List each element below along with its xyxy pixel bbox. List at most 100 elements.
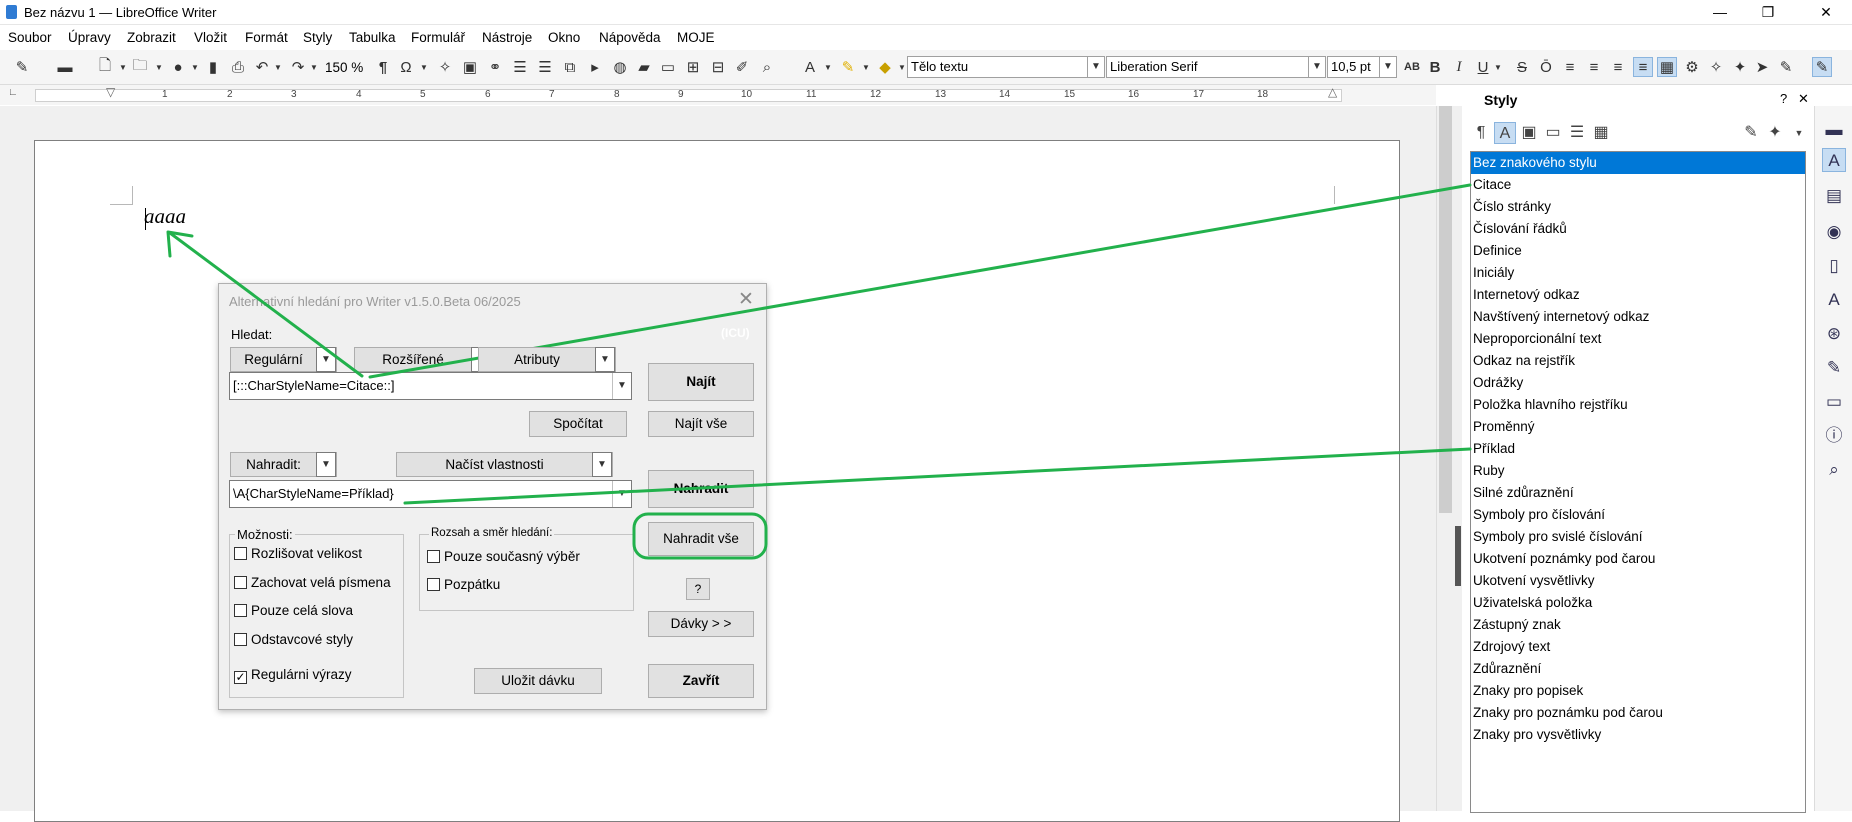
font-name-combo[interactable]: Liberation Serif ▼: [1106, 56, 1326, 78]
count-button[interactable]: Spočítat: [529, 411, 627, 437]
highlight-icon[interactable]: ✎: [838, 57, 858, 77]
search-input[interactable]: [:::CharStyleName=Citace::] ▼: [229, 372, 632, 400]
checkbox-box[interactable]: [427, 578, 440, 591]
character-styles-list[interactable]: Bez znakového stylu Citace Číslo stránky…: [1470, 151, 1806, 813]
checkbox-keep-case[interactable]: Zachovat velá písmena: [234, 575, 391, 590]
align-right-icon[interactable]: ≡: [1608, 57, 1628, 77]
chevron-down-icon[interactable]: ▼: [612, 481, 631, 507]
checkbox-backwards[interactable]: Pozpátku: [427, 577, 500, 592]
page-styles-icon[interactable]: ▭: [1542, 122, 1564, 144]
list-item[interactable]: Ruby: [1471, 460, 1805, 482]
menu-okno[interactable]: Okno: [548, 30, 580, 45]
insert-image-icon[interactable]: ▣: [460, 57, 480, 77]
load-properties-select[interactable]: Načíst vlastnosti ▼: [396, 452, 613, 477]
close-icon[interactable]: ✕: [738, 288, 754, 311]
checkmark-icon[interactable]: ✓: [234, 671, 247, 684]
list-item[interactable]: Zdrojový text: [1471, 636, 1805, 658]
list-item[interactable]: Odrážky: [1471, 372, 1805, 394]
vertical-scrollbar[interactable]: [1436, 106, 1455, 811]
list-item[interactable]: Symboly pro svislé číslování: [1471, 526, 1805, 548]
list-item[interactable]: Znaky pro vysvětlivky: [1471, 724, 1805, 746]
list-item[interactable]: Znaky pro poznámku pod čarou: [1471, 702, 1805, 724]
chevron-down-icon[interactable]: ▼: [595, 347, 615, 372]
overline-icon[interactable]: Ō: [1536, 57, 1556, 77]
table-styles-icon[interactable]: ▦: [1590, 122, 1612, 144]
checkbox-box[interactable]: [427, 550, 440, 563]
menu-zobrazit[interactable]: Zobrazit: [127, 30, 176, 45]
zoom-level[interactable]: 150 %: [325, 60, 363, 75]
design-icon[interactable]: ✎: [1822, 356, 1846, 380]
edit-style-icon[interactable]: ✎: [1776, 57, 1796, 77]
checkbox-box[interactable]: [234, 576, 247, 589]
mode-regular-select[interactable]: Regulární ▼: [230, 347, 337, 372]
field-shading-icon[interactable]: ⊟: [708, 57, 728, 77]
list-item[interactable]: Ukotvení vysvětlivky: [1471, 570, 1805, 592]
list-item[interactable]: Položka hlavního rejstříku: [1471, 394, 1805, 416]
checkbox-box[interactable]: [234, 633, 247, 646]
batch-button[interactable]: Dávky > >: [648, 611, 754, 637]
chevron-down-icon[interactable]: ▼: [1308, 57, 1325, 77]
list-item[interactable]: Silné zdůraznění: [1471, 482, 1805, 504]
list-item[interactable]: Navštívený internetový odkaz: [1471, 306, 1805, 328]
menu-styly[interactable]: Styly: [303, 30, 332, 45]
chevron-down-icon[interactable]: ▼: [1087, 57, 1104, 77]
redo-icon[interactable]: ↷: [288, 57, 308, 77]
list-item[interactable]: Symboly pro číslování: [1471, 504, 1805, 526]
horizontal-ruler[interactable]: ∟ ▽ 1 2 3 4 5 6 7 8 9 10 11 12 13 14 15 …: [0, 85, 1436, 105]
checkbox-box[interactable]: [234, 547, 247, 560]
chevron-down-icon[interactable]: ▼: [316, 347, 336, 372]
checkbox-box[interactable]: [234, 604, 247, 617]
checkbox-selection-only[interactable]: Pouze současný výběr: [427, 549, 580, 564]
list-item[interactable]: Definice: [1471, 240, 1805, 262]
paragraph-dialog-icon[interactable]: ▦: [1657, 57, 1677, 77]
mode-extended-select[interactable]: Rozšířené ▼: [354, 347, 492, 372]
checkbox-regex[interactable]: ✓ Regulárni výrazy: [234, 667, 352, 684]
strikethrough-button[interactable]: S: [1512, 57, 1532, 77]
indent-marker-icon[interactable]: ▽: [106, 85, 115, 99]
list-item[interactable]: Iniciály: [1471, 262, 1805, 284]
right-indent-marker-icon[interactable]: △: [1328, 85, 1337, 99]
page-icon[interactable]: ▯: [1822, 254, 1846, 278]
list-item[interactable]: Zdůraznění: [1471, 658, 1805, 680]
close-button[interactable]: Zavřít: [648, 664, 754, 698]
menu-napoveda[interactable]: Nápověda: [599, 30, 661, 45]
paragraph-icon[interactable]: ✦: [1730, 57, 1750, 77]
font-color-icon[interactable]: A: [800, 57, 820, 77]
menu-soubor[interactable]: Soubor: [8, 30, 52, 45]
menu-vlozit[interactable]: Vložit: [194, 30, 227, 45]
list-item[interactable]: Neproporcionální text: [1471, 328, 1805, 350]
character-icon[interactable]: ✧: [1706, 57, 1726, 77]
list-item[interactable]: Znaky pro popisek: [1471, 680, 1805, 702]
align-center-icon[interactable]: ≡: [1584, 57, 1604, 77]
track-changes-icon[interactable]: ✐: [732, 57, 752, 77]
note-icon[interactable]: ▰: [634, 57, 654, 77]
list-item[interactable]: Příklad: [1471, 438, 1805, 460]
paragraph-style-combo[interactable]: Tělo textu ▼: [907, 56, 1105, 78]
list-item[interactable]: Proměnný: [1471, 416, 1805, 438]
restore-button[interactable]: ❐: [1748, 2, 1788, 22]
new-style-icon[interactable]: ✦: [1764, 122, 1786, 144]
formatting-marks-icon[interactable]: ¶: [373, 57, 393, 77]
open-folder-icon[interactable]: 🗀: [130, 57, 150, 77]
sidebar-edit-icon[interactable]: ✎: [1812, 57, 1832, 77]
manage-changes-icon[interactable]: ⊛: [1822, 322, 1846, 346]
menu-tabulka[interactable]: Tabulka: [349, 30, 396, 45]
paragraph-styles-icon[interactable]: ¶: [1470, 122, 1492, 144]
properties-icon[interactable]: ▬: [1822, 118, 1846, 142]
chevron-down-icon[interactable]: ▼: [1379, 57, 1396, 77]
checkbox-case[interactable]: Rozlišovat velikost: [234, 546, 362, 561]
sidebar-close-icon[interactable]: ✕: [1798, 91, 1809, 107]
cursor-icon[interactable]: ➤: [1752, 57, 1772, 77]
checkbox-paragraph-styles[interactable]: Odstavcové styly: [234, 632, 353, 647]
find-all-button[interactable]: Najít vše: [648, 411, 754, 437]
chevron-down-icon[interactable]: ▼: [592, 452, 612, 477]
mode-attributes-select[interactable]: Atributy ▼: [478, 347, 616, 372]
accessibility-icon[interactable]: ⓘ: [1822, 424, 1846, 448]
sidebar-help-icon[interactable]: ?: [1780, 91, 1787, 106]
pencil-icon[interactable]: ✎: [12, 57, 32, 77]
comments-icon[interactable]: ▭: [1822, 390, 1846, 414]
list-item[interactable]: Ukotvení poznámky pod čarou: [1471, 548, 1805, 570]
replace-button[interactable]: Nahradit: [648, 470, 754, 508]
menu-nastroje[interactable]: Nástroje: [482, 30, 532, 45]
align-left-icon[interactable]: ≡: [1560, 57, 1580, 77]
